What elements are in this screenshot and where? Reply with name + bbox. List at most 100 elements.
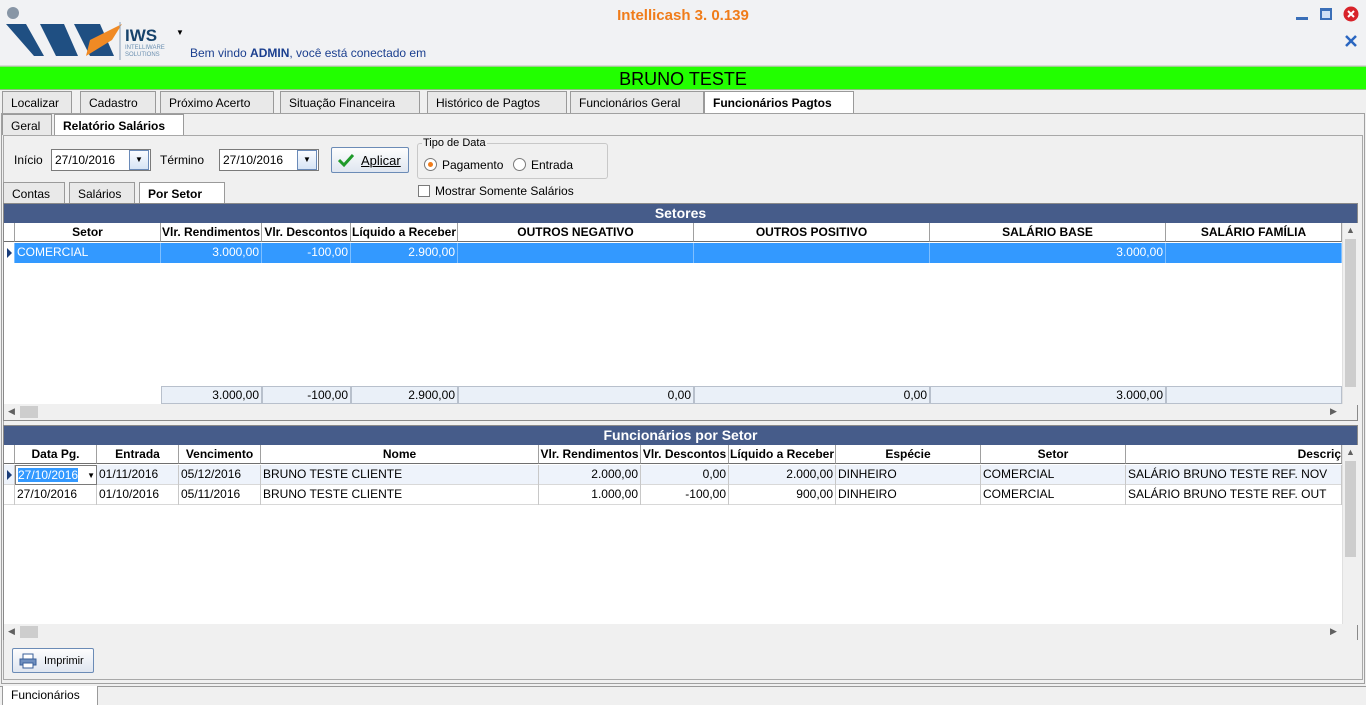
print-button[interactable]: Imprimir [12,648,94,673]
radio-entrada[interactable] [513,158,526,171]
tab-funcionarios-bottom[interactable]: Funcionários [2,686,98,705]
col-vlr-rendimentos[interactable]: Vlr. Rendimentos [539,445,641,464]
liquido-cell[interactable]: 900,00 [729,485,836,505]
especie-cell[interactable]: DINHEIRO [836,485,981,505]
tab-por-setor[interactable]: Por Setor [139,182,225,203]
tab-historico-pagtos[interactable]: Histórico de Pagtos [427,91,567,113]
termino-dropdown-button[interactable]: ▼ [297,150,317,170]
salario-familia-cell[interactable] [1166,243,1342,263]
radio-entrada-label[interactable]: Entrada [531,158,573,172]
col-vlr-descontos[interactable]: Vlr. Descontos [641,445,729,464]
chevron-down-icon[interactable]: ▼ [87,466,95,484]
radio-pagamento[interactable] [424,158,437,171]
setor-cell[interactable]: COMERCIAL [15,243,161,263]
tab-funcionarios-pagtos[interactable]: Funcionários Pagtos [704,91,854,114]
rendimentos-cell[interactable]: 3.000,00 [161,243,262,263]
col-salario-base[interactable]: SALÁRIO BASE [930,223,1166,242]
funcionarios-header-row: Data Pg. Entrada Vencimento Nome Vlr. Re… [4,445,1342,465]
tab-salarios[interactable]: Salários [69,182,135,203]
setor-cell[interactable]: COMERCIAL [981,465,1126,485]
col-data-pg[interactable]: Data Pg. [15,445,97,464]
descontos-cell[interactable]: 0,00 [641,465,729,485]
especie-cell[interactable]: DINHEIRO [836,465,981,485]
data-pg-cell-editor[interactable]: 27/10/2016 ▼ [15,465,97,485]
scroll-up-icon[interactable]: ▲ [1346,447,1355,457]
tab-contas[interactable]: Contas [3,182,65,203]
salario-base-cell[interactable]: 3.000,00 [930,243,1166,263]
table-row[interactable]: 27/10/2016 01/10/2016 05/11/2016 BRUNO T… [4,485,1342,505]
col-outros-positivo[interactable]: OUTROS POSITIVO [694,223,930,242]
col-nome[interactable]: Nome [261,445,539,464]
tipo-data-label: Tipo de Data [422,137,487,149]
setores-header-row: Setor Vlr. Rendimentos Vlr. Descontos Lí… [4,223,1342,243]
descontos-cell[interactable]: -100,00 [262,243,351,263]
setores-horizontal-scrollbar[interactable]: ◀ ▶ [4,404,1357,420]
outros-positivo-cell[interactable] [694,243,930,263]
scroll-up-icon[interactable]: ▲ [1346,225,1355,235]
nome-cell[interactable]: BRUNO TESTE CLIENTE [261,485,539,505]
nome-cell[interactable]: BRUNO TESTE CLIENTE [261,465,539,485]
col-setor[interactable]: Setor [15,223,161,242]
termino-label: Término [160,153,205,167]
scroll-left-icon[interactable]: ◀ [8,626,15,637]
funcionarios-horizontal-scrollbar[interactable]: ◀ ▶ [4,624,1357,640]
liquido-cell[interactable]: 2.900,00 [351,243,458,263]
tab-localizar[interactable]: Localizar [2,91,72,113]
scroll-right-icon[interactable]: ▶ [1330,406,1337,417]
logo-text: IWS [125,26,158,45]
scroll-thumb[interactable] [1345,461,1356,557]
col-descricao[interactable]: Descriç [1126,445,1342,464]
scroll-left-icon[interactable]: ◀ [8,406,15,417]
tab-geral[interactable]: Geral [2,114,52,135]
col-vlr-descontos[interactable]: Vlr. Descontos [262,223,351,242]
col-vlr-rendimentos[interactable]: Vlr. Rendimentos [161,223,262,242]
col-liquido-receber[interactable]: Líquido a Receber [729,445,836,464]
rendimentos-cell[interactable]: 2.000,00 [539,465,641,485]
vencimento-cell[interactable]: 05/11/2016 [179,485,261,505]
col-especie[interactable]: Espécie [836,445,981,464]
tab-proximo-acerto[interactable]: Próximo Acerto [160,91,274,113]
table-row[interactable]: COMERCIAL 3.000,00 -100,00 2.900,00 3.00… [4,243,1342,263]
rendimentos-cell[interactable]: 1.000,00 [539,485,641,505]
scroll-thumb[interactable] [20,626,38,638]
entrada-cell[interactable]: 01/11/2016 [97,465,179,485]
col-outros-negativo[interactable]: OUTROS NEGATIVO [458,223,694,242]
liquido-cell[interactable]: 2.000,00 [729,465,836,485]
inicio-dropdown-button[interactable]: ▼ [129,150,149,170]
tab-situacao-financeira[interactable]: Situação Financeira [280,91,420,113]
scroll-thumb[interactable] [1345,239,1356,387]
tab-funcionarios-geral[interactable]: Funcionários Geral [570,91,704,113]
close-tab-icon[interactable] [1344,34,1358,48]
minimize-icon[interactable] [1295,7,1309,21]
table-row[interactable]: 27/10/2016 ▼ 01/11/2016 05/12/2016 BRUNO … [4,465,1342,485]
funcionarios-vertical-scrollbar[interactable]: ▲ [1342,445,1358,625]
setor-cell[interactable]: COMERCIAL [981,485,1126,505]
col-entrada[interactable]: Entrada [97,445,179,464]
outros-negativo-cell[interactable] [458,243,694,263]
funcionarios-title: Funcionários por Setor [4,426,1357,445]
col-salario-familia[interactable]: SALÁRIO FAMÍLIA [1166,223,1342,242]
close-icon[interactable] [1343,6,1359,22]
tab-cadastro[interactable]: Cadastro [80,91,156,113]
maximize-icon[interactable] [1319,7,1333,21]
apply-button[interactable]: Aplicar [331,147,409,173]
logo-menu-arrow-icon[interactable]: ▼ [176,28,184,37]
setores-vertical-scrollbar[interactable]: ▲ [1342,223,1358,405]
app-header: IWS INTELLIWARE SOLUTIONS ▼ Intellicash … [0,0,1366,66]
descricao-cell[interactable]: SALÁRIO BRUNO TESTE REF. OUT [1126,485,1342,505]
scroll-right-icon[interactable]: ▶ [1330,626,1337,637]
total-salario-familia [1166,386,1342,404]
col-liquido-receber[interactable]: Líquido a Receber [351,223,458,242]
radio-pagamento-label[interactable]: Pagamento [442,158,503,172]
tab-relatorio-salarios[interactable]: Relatório Salários [54,114,184,135]
setores-title: Setores [4,204,1357,223]
col-setor[interactable]: Setor [981,445,1126,464]
data-pg-cell[interactable]: 27/10/2016 [15,485,97,505]
entrada-cell[interactable]: 01/10/2016 [97,485,179,505]
col-vencimento[interactable]: Vencimento [179,445,261,464]
vencimento-cell[interactable]: 05/12/2016 [179,465,261,485]
scroll-thumb[interactable] [20,406,38,418]
descricao-cell[interactable]: SALÁRIO BRUNO TESTE REF. NOV [1126,465,1342,485]
total-liquido: 2.900,00 [351,386,458,404]
descontos-cell[interactable]: -100,00 [641,485,729,505]
